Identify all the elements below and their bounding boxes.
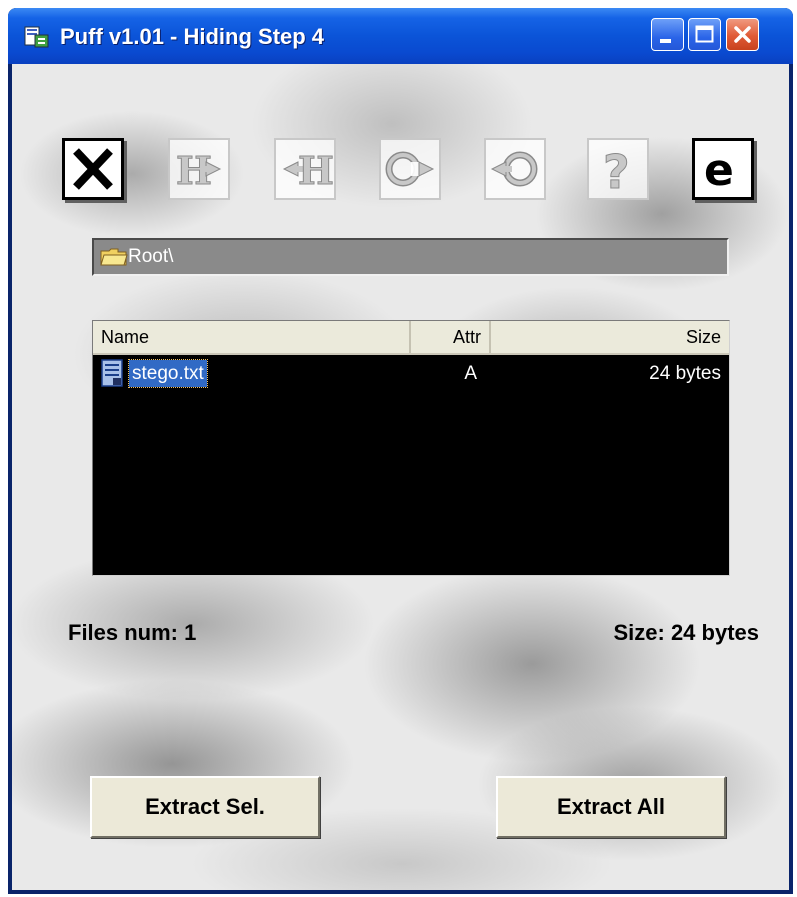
files-count: Files num: 1 <box>68 620 197 645</box>
minimize-button[interactable] <box>651 18 684 51</box>
svg-text:H: H <box>298 148 334 193</box>
unhide-tool-button[interactable]: H <box>274 138 336 200</box>
unhide-icon: H <box>282 148 334 194</box>
total-size: Size: 24 bytes <box>613 620 759 645</box>
copy-in-icon <box>385 151 435 187</box>
exit-tool-button[interactable] <box>62 138 124 200</box>
exit-icon <box>73 148 113 190</box>
puff-app-icon <box>24 26 49 48</box>
list-header: Name Attr Size <box>93 321 729 355</box>
folder-icon <box>100 248 128 266</box>
maximize-icon <box>695 25 714 43</box>
puff-window: Puff v1.01 - Hiding Step 4 H H ? e Root\… <box>8 8 793 894</box>
close-icon <box>734 26 751 43</box>
path-bar[interactable]: Root\ <box>92 238 729 276</box>
window-title: Puff v1.01 - Hiding Step 4 <box>60 24 325 49</box>
file-size: 24 bytes <box>649 363 721 384</box>
file-list[interactable]: Name Attr Size stego.txt A 24 bytes <box>92 320 730 576</box>
file-name[interactable]: stego.txt <box>128 359 208 388</box>
column-header-attr[interactable]: Attr <box>411 321 491 353</box>
list-item[interactable]: stego.txt A 24 bytes <box>93 357 729 391</box>
copy-in-tool-button[interactable] <box>379 138 441 200</box>
svg-text:?: ? <box>603 145 630 198</box>
hide-tool-button[interactable]: H <box>168 138 230 200</box>
extract-selected-button[interactable]: Extract Sel. <box>90 776 320 838</box>
file-attr: A <box>464 363 477 384</box>
svg-text:e: e <box>704 145 734 196</box>
hide-icon: H <box>176 148 222 194</box>
close-button[interactable] <box>726 18 759 51</box>
title-bar[interactable]: Puff v1.01 - Hiding Step 4 <box>8 8 793 64</box>
maximize-button[interactable] <box>688 18 721 51</box>
extract-all-button[interactable]: Extract All <box>496 776 726 838</box>
file-icon <box>101 359 123 387</box>
minimize-icon <box>660 39 671 43</box>
about-icon: e <box>704 145 734 196</box>
current-path: Root\ <box>128 246 174 267</box>
client-area: H H ? e Root\ Name Attr Size stego.txt A… <box>12 64 789 890</box>
column-header-size[interactable]: Size <box>491 321 729 353</box>
copy-out-tool-button[interactable] <box>484 138 546 200</box>
help-icon: ? <box>603 145 631 199</box>
copy-out-icon <box>490 151 538 187</box>
about-tool-button[interactable]: e <box>692 138 754 200</box>
help-tool-button[interactable]: ? <box>587 138 649 200</box>
column-header-name[interactable]: Name <box>93 321 411 353</box>
